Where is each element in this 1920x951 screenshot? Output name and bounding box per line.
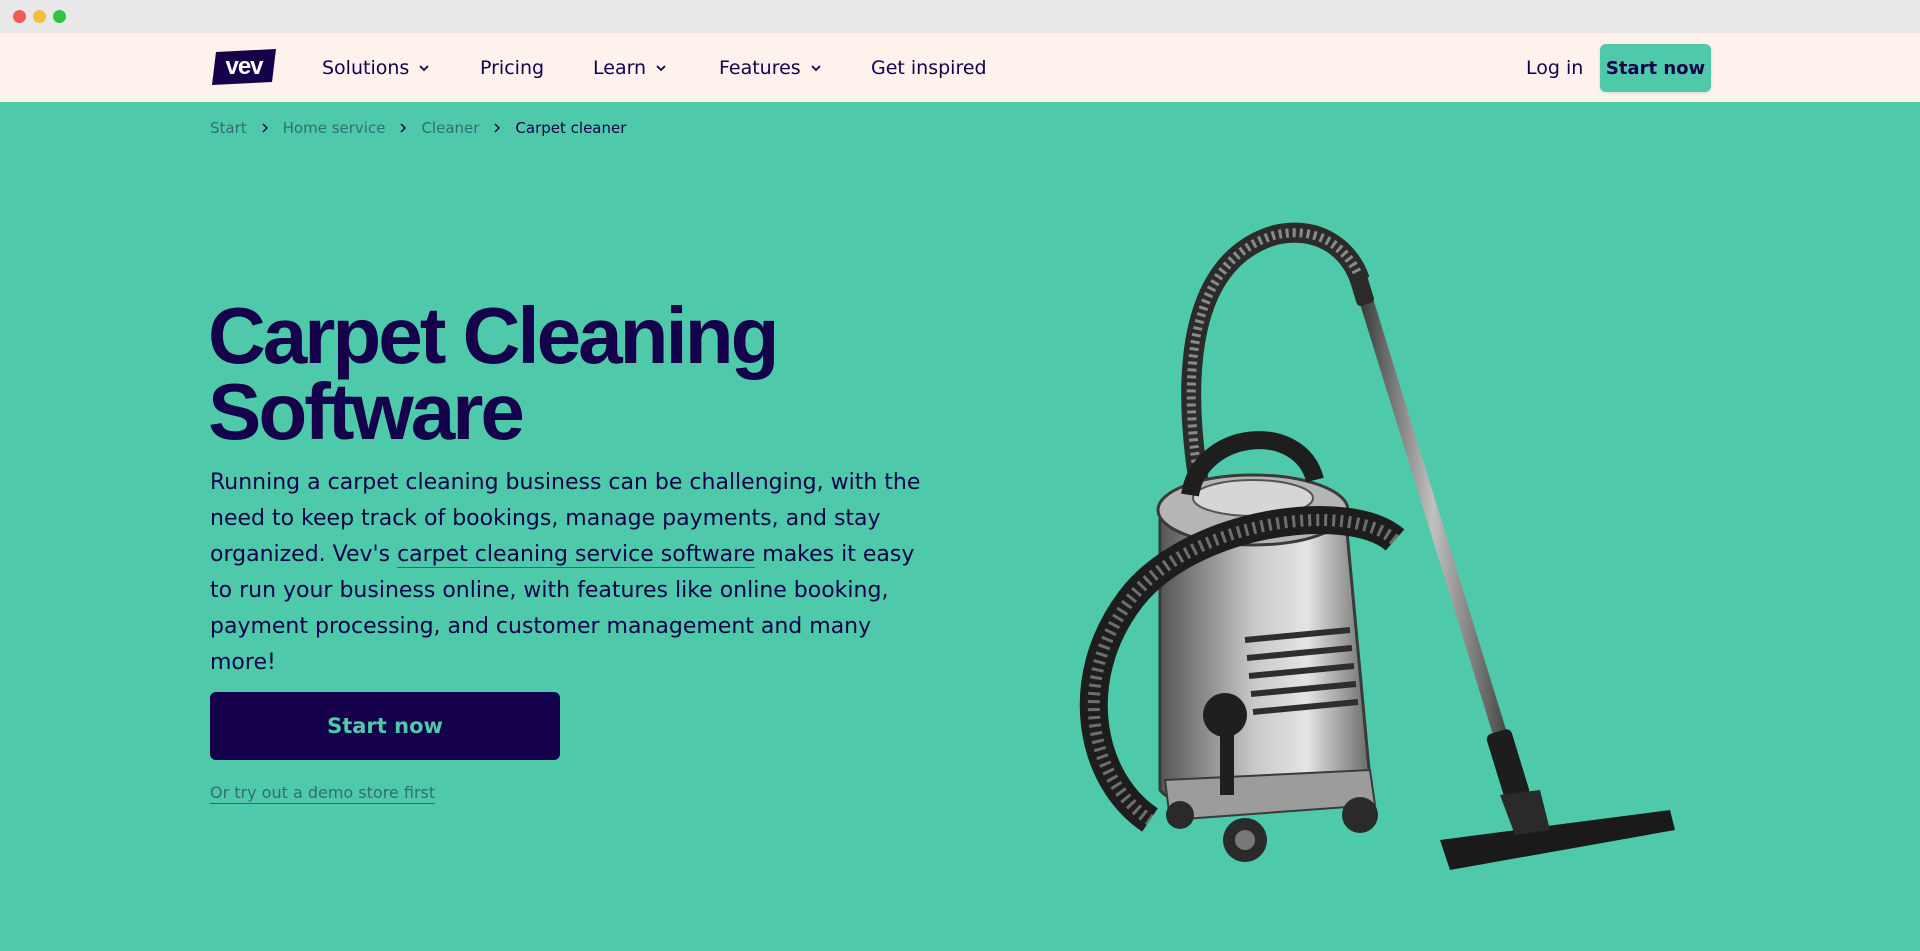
logo-text: vev: [225, 53, 264, 80]
chevron-down-icon: [811, 64, 821, 71]
window-titlebar: [0, 0, 1920, 33]
nav-pricing-label: Pricing: [480, 56, 545, 79]
nav-features-label: Features: [719, 56, 801, 79]
hero-start-now-button[interactable]: Start now: [210, 692, 560, 760]
breadcrumb-current: Carpet cleaner: [515, 119, 627, 137]
breadcrumb-cleaner[interactable]: Cleaner: [421, 119, 479, 137]
nav-get-inspired-label: Get inspired: [871, 56, 987, 79]
carpet-cleaning-software-link[interactable]: carpet cleaning service software: [397, 542, 756, 568]
breadcrumb-home-service[interactable]: Home service: [283, 119, 386, 137]
chevron-right-icon: [262, 123, 268, 133]
maximize-window-button[interactable]: [53, 10, 66, 23]
page-title: Carpet Cleaning Software: [208, 296, 928, 452]
chevron-right-icon: [400, 123, 407, 133]
chevron-down-icon: [419, 64, 429, 71]
chevron-down-icon: [656, 64, 666, 71]
vacuum-cleaner-image: [1079, 222, 1675, 870]
nav-start-now-button[interactable]: Start now: [1600, 44, 1711, 92]
hero-description: Running a carpet cleaning business can b…: [210, 465, 935, 681]
vev-logo[interactable]: vev: [210, 48, 278, 86]
nav-learn[interactable]: Learn: [593, 33, 667, 102]
top-navigation: vev Solutions Pricing Learn Features Get…: [0, 33, 1920, 102]
nav-get-inspired[interactable]: Get inspired: [871, 33, 987, 102]
nav-pricing[interactable]: Pricing: [480, 33, 544, 102]
nav-solutions-label: Solutions: [322, 56, 410, 79]
close-window-button[interactable]: [13, 10, 26, 23]
minimize-window-button[interactable]: [33, 10, 46, 23]
breadcrumb: Start Home service Cleaner Carpet cleane…: [210, 116, 626, 140]
breadcrumb-start[interactable]: Start: [210, 119, 247, 137]
demo-store-link[interactable]: Or try out a demo store first: [210, 783, 436, 804]
nav-features[interactable]: Features: [719, 33, 822, 102]
page-title-line-2: Software: [208, 367, 525, 456]
nav-solutions[interactable]: Solutions: [322, 33, 430, 102]
nav-learn-label: Learn: [593, 56, 647, 79]
chevron-right-icon: [494, 123, 501, 133]
login-link[interactable]: Log in: [1526, 33, 1583, 102]
